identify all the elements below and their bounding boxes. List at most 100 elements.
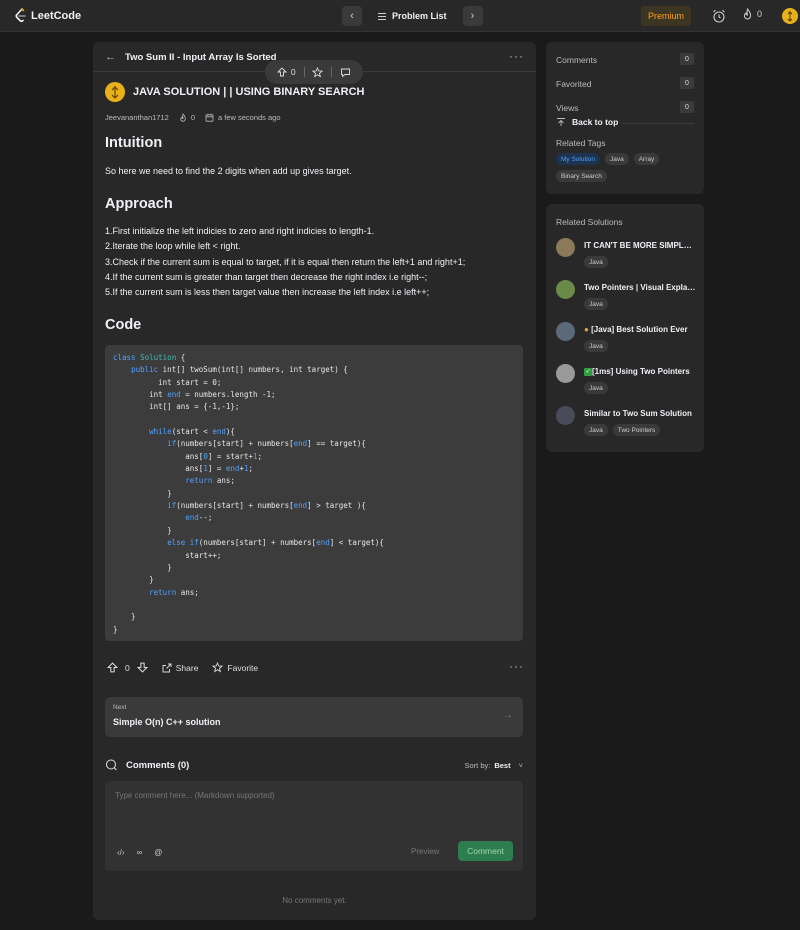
problem-list-label: Problem List [392, 11, 447, 21]
comment-input[interactable] [115, 791, 513, 800]
star-icon [212, 662, 224, 673]
favorite-label: Favorite [227, 662, 259, 673]
thumbs-up-icon [276, 67, 287, 77]
stat-value: 0 [680, 53, 694, 65]
tag[interactable]: Java [584, 298, 608, 310]
tag[interactable]: Two Pointers [612, 424, 661, 436]
sort-dropdown[interactable]: Sort by: Best ˅ [465, 761, 524, 770]
related-solution-title: Similar to Two Sum Solution [584, 409, 692, 418]
tag-java[interactable]: Java [604, 153, 629, 165]
related-solutions-card: Related Solutions IT CAN'T BE MORE SIMPL… [546, 204, 704, 452]
more-options-icon[interactable]: ··· [509, 49, 524, 63]
stat-favorited: Favorited 0 [556, 77, 694, 89]
related-solution-tags: Java [584, 382, 608, 394]
comment-submit-button[interactable]: Comment [458, 841, 513, 861]
more-actions-icon[interactable]: ··· [509, 659, 524, 673]
tag-my-solution[interactable]: My Solution [556, 153, 600, 165]
avatar-figure-icon [787, 11, 793, 22]
vote-control: 0 [107, 662, 148, 673]
comments-title-group: Comments (0) [105, 759, 189, 771]
problem-title[interactable]: Two Sum II - Input Array Is Sorted [125, 52, 277, 63]
solution-meta: Jeevananthan1712 0 a few seconds ago [105, 113, 281, 122]
related-solution-title: ✓[1ms] Using Two Pointers [584, 367, 696, 376]
tag[interactable]: Java [584, 382, 608, 394]
top-navbar: LeetCode ‹ Problem List › Premium 0 [0, 0, 800, 32]
avatar [556, 238, 575, 257]
tag-binary-search[interactable]: Binary Search [556, 170, 607, 182]
next-problem-button[interactable]: › [462, 6, 483, 26]
author-name[interactable]: Jeevananthan1712 [105, 113, 169, 122]
tag[interactable]: Java [584, 256, 608, 268]
mention-icon[interactable]: @ [154, 848, 162, 857]
chevron-down-icon: ˅ [518, 761, 523, 770]
problem-nav: ‹ Problem List › [342, 6, 483, 26]
solution-stats-card: Comments 0 Favorited 0 Views 0 Back to t… [546, 42, 704, 194]
leetcode-logo-icon [15, 8, 26, 23]
share-button[interactable]: Share [162, 662, 199, 673]
views-meta: 0 [179, 113, 195, 122]
solution-actions: 0 Share Favorite [107, 662, 258, 673]
comment-bubble-icon[interactable] [340, 67, 351, 78]
empty-comments-text: No comments yet. [282, 896, 347, 905]
toolbar-divider [303, 67, 305, 77]
upvote-icon[interactable] [107, 662, 118, 673]
related-solution-tags: Java [584, 340, 608, 352]
calendar-icon [205, 113, 214, 122]
chevron-left-icon: ‹ [350, 10, 354, 22]
stat-comments: Comments 0 [556, 53, 694, 65]
related-solution-title-text: [Java] Best Solution Ever [591, 325, 688, 334]
streak-counter[interactable]: 0 [742, 8, 762, 20]
tag[interactable]: Java [584, 340, 608, 352]
preview-button[interactable]: Preview [407, 844, 443, 859]
stat-value: 0 [680, 77, 694, 89]
alarm-clock-icon[interactable] [711, 8, 727, 24]
tag-array[interactable]: Array [633, 153, 660, 165]
related-solution-tags: Java [584, 298, 608, 310]
leetcode-logo[interactable]: LeetCode [14, 8, 81, 23]
share-label: Share [175, 662, 199, 673]
intuition-heading: Intuition [105, 135, 163, 151]
solution-title-row: JAVA SOLUTION | | USING BINARY SEARCH [105, 82, 364, 102]
next-label: Next [113, 704, 127, 711]
problem-list-button[interactable]: Problem List [368, 11, 457, 21]
next-solution-title: Simple O(n) C++ solution [113, 717, 221, 727]
related-solution-title: IT CAN'T BE MORE SIMPLER THAN THIS [584, 241, 696, 250]
avatar [556, 280, 575, 299]
solution-panel: ← Two Sum II - Input Array Is Sorted ···… [93, 42, 536, 920]
upvote-button[interactable]: 0 [276, 67, 296, 77]
approach-step: 4.If the current sum is greater than tar… [105, 271, 428, 282]
related-solution-tags: Java Two Pointers [584, 424, 661, 436]
next-solution-card[interactable]: Next Simple O(n) C++ solution → [105, 697, 523, 737]
approach-list: 1.First initialize the left indicies to … [105, 224, 465, 300]
solution-title: JAVA SOLUTION | | USING BINARY SEARCH [133, 86, 365, 98]
back-to-top-label: Back to top [572, 117, 619, 127]
star-icon[interactable] [312, 66, 324, 78]
related-solution-title-text: [1ms] Using Two Pointers [592, 367, 690, 376]
back-to-top-button[interactable]: Back to top [556, 117, 623, 127]
divider [620, 123, 694, 124]
link-icon[interactable]: ∞ [137, 848, 143, 857]
toolbar-divider [331, 67, 333, 77]
comment-toolbar: ‹/› ∞ @ [117, 848, 162, 857]
related-tags-list: My Solution Java Array Binary Search [556, 153, 696, 182]
stat-label: Favorited [556, 79, 592, 89]
arrow-up-icon [557, 118, 565, 126]
code-block[interactable]: class Solution { public int[] twoSum(int… [105, 345, 523, 641]
favorite-button[interactable]: Favorite [212, 662, 258, 673]
fire-icon [743, 8, 752, 20]
premium-button[interactable]: Premium [641, 6, 691, 26]
related-solution-title: ● [Java] Best Solution Ever [584, 325, 696, 334]
related-tags-heading: Related Tags [556, 138, 606, 148]
code-content: class Solution { public int[] twoSum(int… [113, 353, 384, 634]
author-avatar[interactable] [105, 82, 125, 102]
avatar [556, 406, 575, 425]
avatar [556, 364, 575, 383]
back-arrow-icon[interactable]: ← [105, 51, 116, 63]
prev-problem-button[interactable]: ‹ [342, 6, 362, 26]
stat-label: Views [556, 103, 579, 113]
downvote-icon[interactable] [136, 662, 148, 673]
user-avatar[interactable] [782, 8, 798, 24]
code-icon[interactable]: ‹/› [117, 848, 125, 857]
sort-label: Sort by: [464, 761, 491, 770]
tag[interactable]: Java [584, 424, 608, 436]
